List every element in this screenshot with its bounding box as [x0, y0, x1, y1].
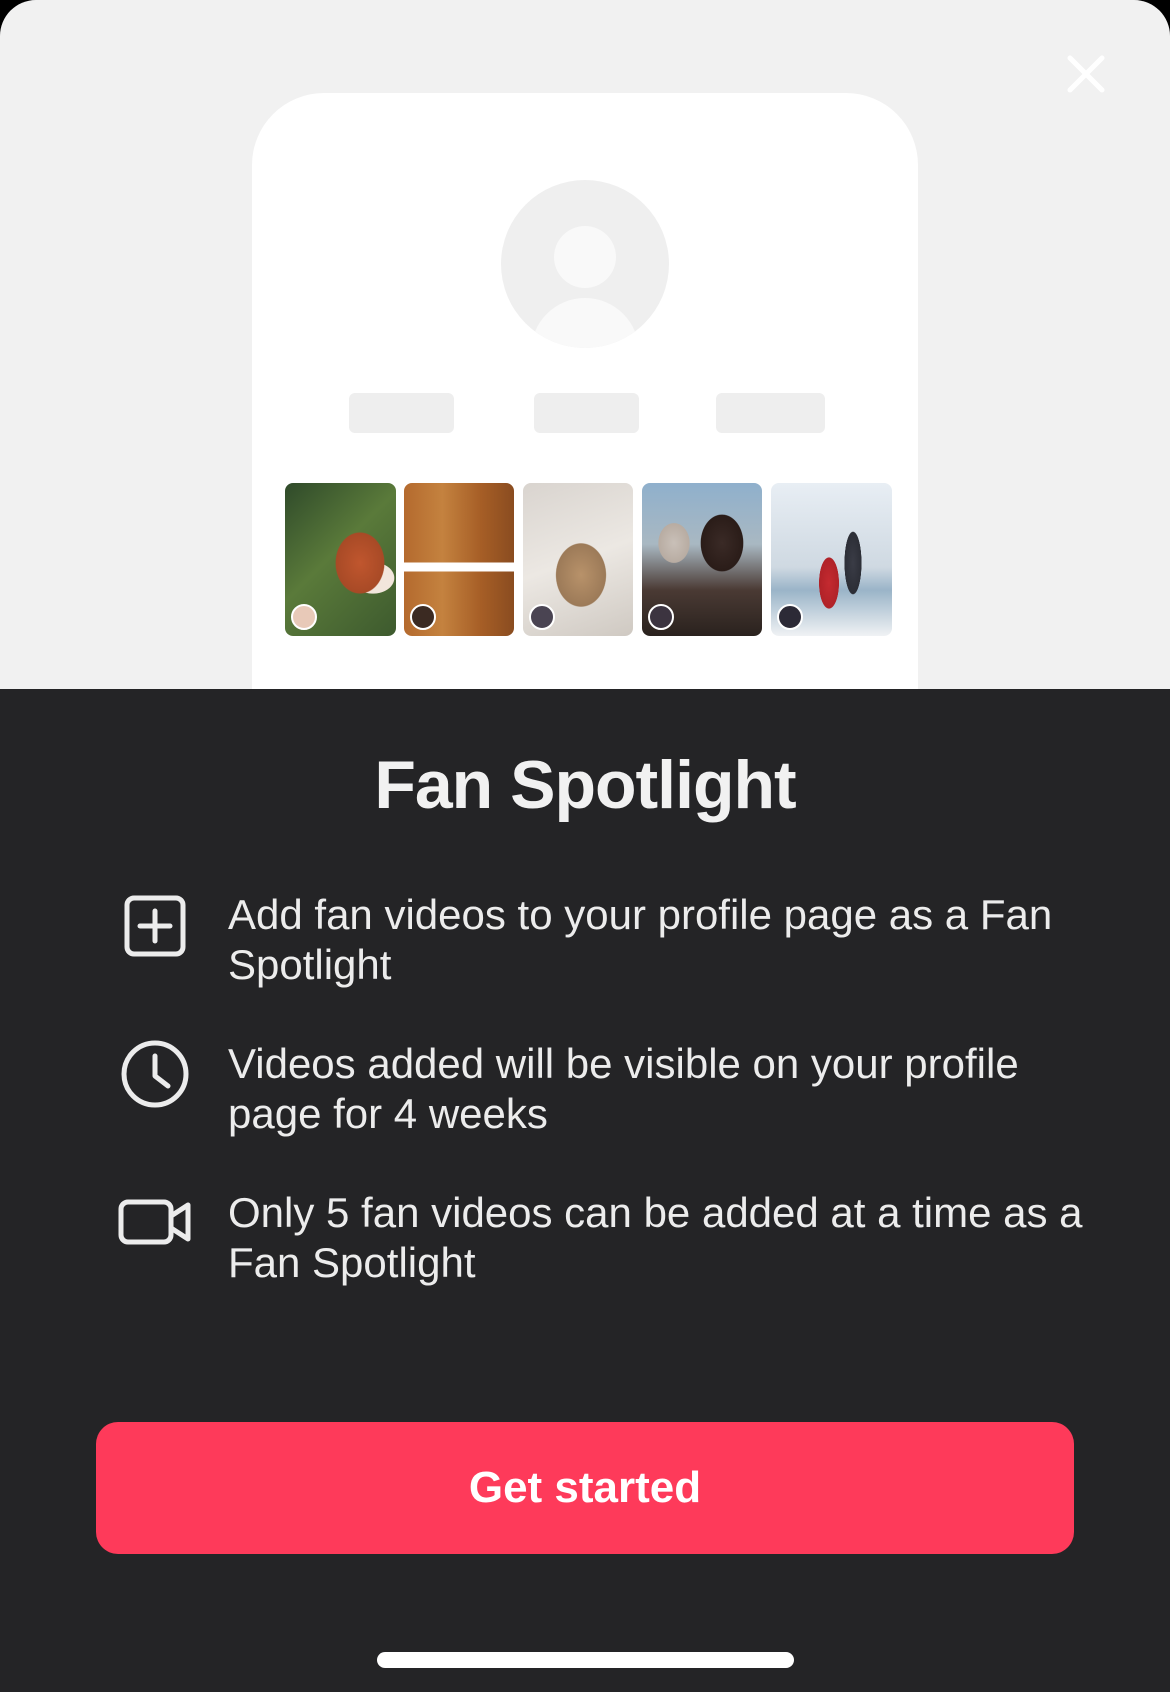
fan-video-thumbnail-cookie-baking: [404, 483, 514, 636]
creator-avatar: [529, 604, 555, 630]
creator-avatar: [410, 604, 436, 630]
feature-text: Only 5 fan videos can be added at a time…: [228, 1189, 1083, 1286]
creator-avatar: [777, 604, 803, 630]
video-camera-icon: [118, 1188, 194, 1264]
close-icon: [1067, 55, 1105, 93]
fan-spotlight-sheet: Fan Spotlight Add fan videos to your pro…: [0, 0, 1170, 1692]
hero-illustration: [0, 0, 1170, 689]
feature-text: Add fan videos to your profile page as a…: [228, 891, 1053, 988]
add-square-icon: [118, 890, 194, 966]
stat-placeholder-1: [349, 393, 454, 433]
creator-avatar: [291, 604, 317, 630]
close-button[interactable]: [1064, 52, 1108, 96]
stat-placeholder-3: [716, 393, 825, 433]
stat-placeholder-2: [534, 393, 639, 433]
fan-video-thumbnail-couple-with-dog: [771, 483, 892, 636]
fan-video-thumbnail-red-panda: [285, 483, 396, 636]
avatar-head-shape: [554, 226, 616, 288]
clock-icon: [118, 1039, 194, 1115]
dialog-title: Fan Spotlight: [374, 747, 796, 823]
fan-video-thumbnail-terrier-dog: [523, 483, 633, 636]
creator-avatar: [648, 604, 674, 630]
home-indicator: [377, 1652, 794, 1668]
feature-text: Videos added will be visible on your pro…: [228, 1040, 1019, 1137]
avatar-body-shape: [531, 298, 639, 348]
fan-video-thumbnail-street-musicians: [642, 483, 762, 636]
user-placeholder-icon: [501, 180, 669, 348]
get-started-button[interactable]: Get started: [96, 1422, 1074, 1554]
